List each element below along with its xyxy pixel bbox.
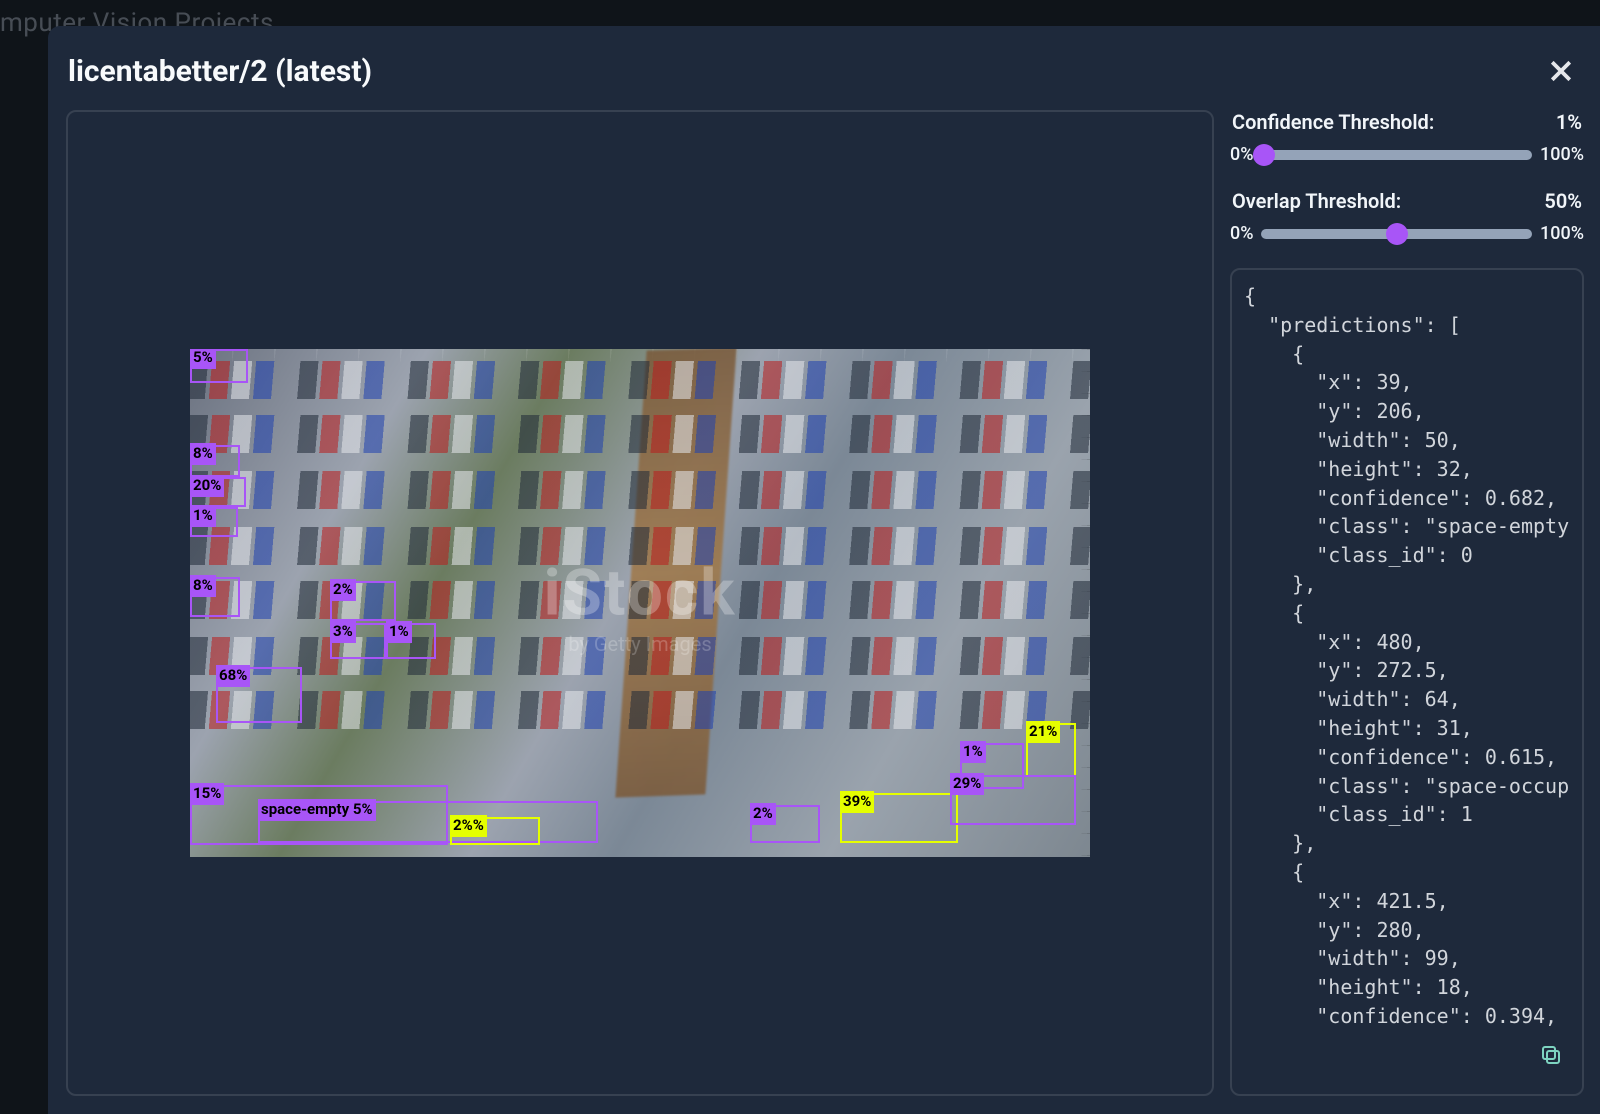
controls-panel: Confidence Threshold: 1% 0% 100% Overlap… bbox=[1230, 110, 1584, 1096]
car-row bbox=[190, 361, 1090, 399]
overlap-label: Overlap Threshold: bbox=[1232, 189, 1401, 213]
detection-label: 2%% bbox=[450, 815, 487, 837]
modal-title: licentabetter/2 (latest) bbox=[68, 54, 372, 89]
car-row bbox=[190, 415, 1090, 453]
inference-modal: licentabetter/2 (latest) iStock by Getty… bbox=[48, 26, 1600, 1114]
close-icon bbox=[1546, 56, 1576, 86]
json-text: { "predictions": [ { "x": 39, "y": 206, … bbox=[1244, 284, 1569, 1028]
detection-label: 2% bbox=[750, 803, 776, 825]
overlap-max: 100% bbox=[1540, 223, 1584, 244]
detection-label: 2% bbox=[330, 579, 356, 601]
modal-body: iStock by Getty Images 5%8%20%1%8%2%3%1%… bbox=[66, 110, 1584, 1096]
detection-label: 68% bbox=[216, 665, 250, 687]
detection-label: 39% bbox=[840, 791, 874, 813]
detection-label: 1% bbox=[190, 505, 216, 527]
overlap-row: Overlap Threshold: 50% bbox=[1230, 189, 1584, 213]
confidence-thumb[interactable] bbox=[1253, 144, 1275, 166]
confidence-value: 1% bbox=[1556, 110, 1582, 134]
overlap-thumb[interactable] bbox=[1386, 223, 1408, 245]
confidence-slider-wrap: 0% 100% bbox=[1230, 144, 1584, 165]
close-button[interactable] bbox=[1540, 50, 1582, 92]
detection-label: 1% bbox=[386, 621, 412, 643]
car-row bbox=[190, 527, 1090, 565]
car-row bbox=[190, 581, 1090, 619]
overlap-slider-wrap: 0% 100% bbox=[1230, 223, 1584, 244]
image-watermark-sub: by Getty Images bbox=[568, 632, 711, 656]
detection-label: 20% bbox=[190, 475, 224, 497]
detection-label: 8% bbox=[190, 443, 216, 465]
confidence-label: Confidence Threshold: bbox=[1232, 110, 1434, 134]
preview-panel: iStock by Getty Images 5%8%20%1%8%2%3%1%… bbox=[66, 110, 1214, 1096]
overlap-slider[interactable] bbox=[1261, 229, 1532, 239]
detection-label: 5% bbox=[190, 349, 216, 369]
detection-label: 29% bbox=[950, 773, 984, 795]
modal-header: licentabetter/2 (latest) bbox=[66, 44, 1584, 110]
confidence-row: Confidence Threshold: 1% bbox=[1230, 110, 1584, 134]
car-row bbox=[190, 471, 1090, 509]
detection-image: iStock by Getty Images 5%8%20%1%8%2%3%1%… bbox=[190, 349, 1090, 857]
detection-label: 1% bbox=[960, 741, 986, 763]
detection-label: 15% bbox=[190, 783, 224, 805]
copy-icon bbox=[1539, 1043, 1563, 1067]
confidence-max: 100% bbox=[1540, 144, 1584, 165]
car-row bbox=[190, 691, 1090, 729]
confidence-slider[interactable] bbox=[1261, 150, 1532, 160]
detection-label: 8% bbox=[190, 575, 216, 597]
copy-button[interactable] bbox=[1534, 1038, 1568, 1072]
confidence-min: 0% bbox=[1230, 144, 1253, 165]
overlap-min: 0% bbox=[1230, 223, 1253, 244]
detection-label: 3% bbox=[330, 621, 356, 643]
json-output-panel[interactable]: { "predictions": [ { "x": 39, "y": 206, … bbox=[1230, 268, 1584, 1096]
detection-label: 21% bbox=[1026, 721, 1060, 743]
detection-label: space-empty 5% bbox=[258, 799, 376, 821]
overlap-value: 50% bbox=[1544, 189, 1582, 213]
